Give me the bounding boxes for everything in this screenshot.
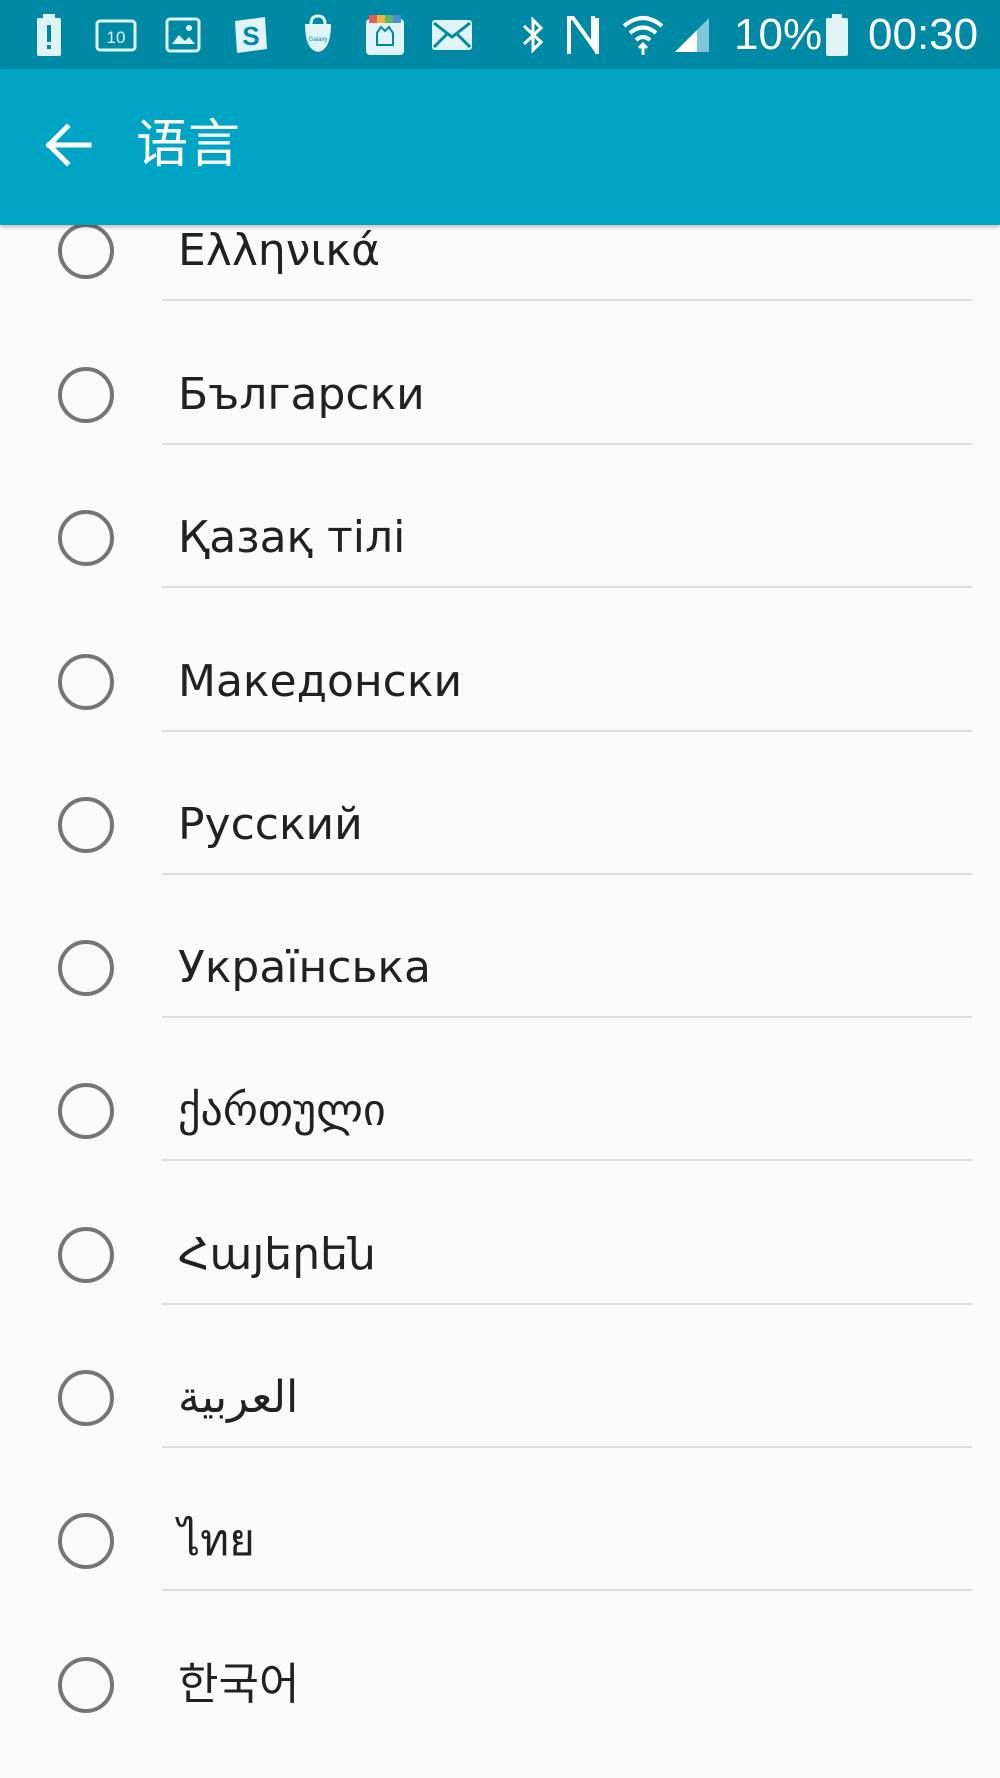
language-item-kazakh[interactable]: Қазақ тілі [0,468,1000,611]
radio-button[interactable] [58,654,114,710]
app-bar: 语言 [0,69,1000,225]
radio-button[interactable] [58,1083,114,1139]
language-label: Български [178,369,425,420]
wifi-icon [622,12,664,58]
divider [162,1016,972,1018]
status-bar: 10 S Galaxy 10% 00:30 [0,0,1000,69]
clock: 00:30 [868,10,979,59]
radio-button[interactable] [58,797,114,853]
radio-button[interactable] [58,1657,114,1713]
language-label: Русский [178,799,363,850]
gallery-icon [164,12,202,58]
language-label: Ελληνικά [178,225,381,276]
bluetooth-icon [518,12,548,58]
language-label: ไทย [178,1515,255,1566]
store-icon [362,12,408,58]
radio-button[interactable] [58,1227,114,1283]
battery-percent: 10% [734,10,823,59]
language-item-macedonian[interactable]: Македонски [0,612,1000,755]
divider [162,873,972,875]
galaxy-apps-icon: Galaxy [296,12,340,58]
nfc-icon [564,12,602,58]
language-item-armenian[interactable]: Հայերեն [0,1185,1000,1328]
language-item-arabic[interactable]: العربية [0,1328,1000,1471]
language-item-ukrainian[interactable]: Українська [0,898,1000,1041]
radio-button[interactable] [58,367,114,423]
mail-icon [430,12,474,58]
language-item-georgian[interactable]: ქართული [0,1041,1000,1184]
back-arrow-icon [45,123,92,167]
language-item-korean[interactable]: 한국어 [0,1615,1000,1758]
calendar-10-icon: 10 [94,12,138,58]
language-item-russian[interactable]: Русский [0,755,1000,898]
language-label: Македонски [178,656,463,707]
back-button[interactable] [28,105,108,185]
calendar-day-text: 10 [107,28,126,47]
radio-button[interactable] [58,223,114,279]
svg-text:S: S [242,21,259,51]
divider [162,299,972,301]
language-label: Հայերեն [178,1229,376,1280]
divider [162,1446,972,1448]
divider [162,1159,972,1161]
divider [162,1589,972,1591]
s-app-icon: S [228,12,272,58]
divider [162,1303,972,1305]
page-title: 语言 [136,115,241,175]
language-label: ქართული [178,1085,386,1136]
radio-button[interactable] [58,510,114,566]
signal-icon [672,12,712,58]
radio-button[interactable] [58,1370,114,1426]
language-item-thai[interactable]: ไทย [0,1471,1000,1614]
galaxy-label: Galaxy [309,37,328,43]
language-label: 한국어 [178,1659,300,1710]
language-item-bulgarian[interactable]: Български [0,325,1000,468]
language-label: العربية [178,1372,299,1423]
battery-alert-icon [34,12,64,58]
divider [162,586,972,588]
language-label: Қазақ тілі [178,512,406,563]
language-label: Українська [178,942,431,993]
radio-button[interactable] [58,1513,114,1569]
radio-button[interactable] [58,940,114,996]
divider [162,730,972,732]
divider [162,443,972,445]
battery-icon [824,12,850,58]
